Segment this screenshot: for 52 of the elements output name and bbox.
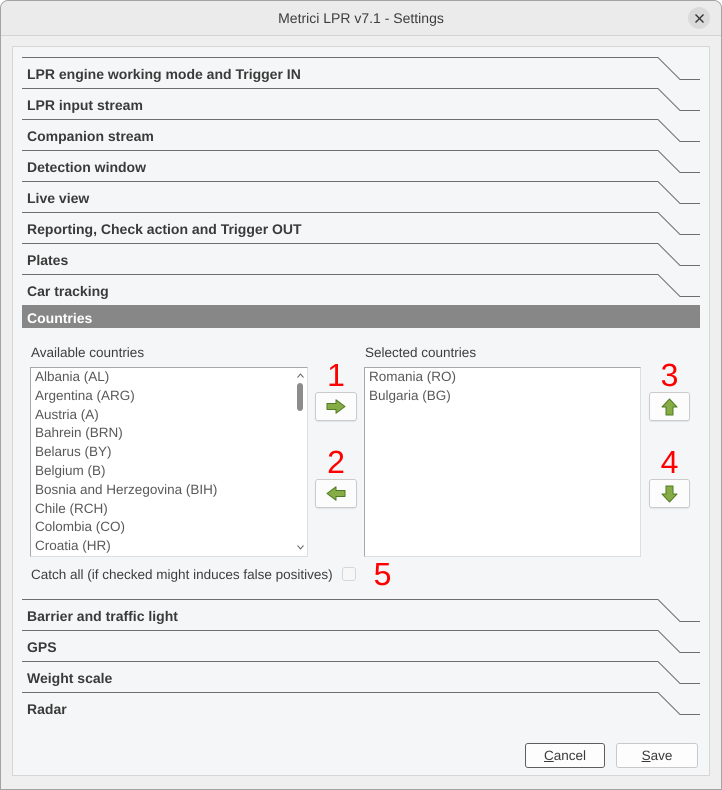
section-header[interactable]: Radar xyxy=(22,692,700,723)
list-item[interactable]: Colombia (CO) xyxy=(35,518,293,538)
list-item[interactable]: Austria (A) xyxy=(35,406,293,424)
checkbox-label: Catch all (if checked might induces false positives) xyxy=(31,566,333,582)
section-header[interactable]: LPR input stream xyxy=(22,88,700,119)
section-header[interactable]: Car tracking xyxy=(22,274,700,305)
move-left-button[interactable] xyxy=(315,479,357,508)
list-label: Selected countries xyxy=(365,344,478,361)
callout-number: 2 xyxy=(327,447,345,477)
callout-number: 4 xyxy=(660,447,678,477)
section-header[interactable]: Detection window xyxy=(22,150,700,181)
down-arrow-icon xyxy=(661,484,678,502)
close-button[interactable] xyxy=(688,7,710,29)
scrollbar-thumb[interactable] xyxy=(297,383,303,411)
list-item[interactable]: Albania (AL) xyxy=(35,368,293,387)
list-item[interactable]: Bosnia and Herzegovina (BIH) xyxy=(35,480,293,500)
listbox[interactable]: Albania (AL) Argentina (ARG) Austria (A) Bahrein (BRN) Belarus (BY) Belgium (B) Bosnia and Herzegovina (BIH) Chile (RCH) Colombia (CO) Croatia (HR) xyxy=(30,367,308,557)
section-header[interactable]: Countries xyxy=(22,305,700,328)
dialog-button[interactable]: Save xyxy=(616,743,698,768)
move-right-button[interactable] xyxy=(315,392,357,421)
callout-number: 3 xyxy=(660,360,678,390)
list-item[interactable]: Belgium (B) xyxy=(35,462,293,481)
section-header[interactable]: Barrier and traffic light xyxy=(22,599,700,630)
caret-up-icon[interactable] xyxy=(296,373,304,378)
section-header[interactable]: Weight scale xyxy=(22,661,700,692)
list-item[interactable]: Belarus (BY) xyxy=(35,443,293,462)
list-item[interactable]: Bahrein (BRN) xyxy=(35,424,293,444)
section-header[interactable]: Reporting, Check action and Trigger OUT xyxy=(22,212,700,243)
list-item[interactable]: Chile (RCH) xyxy=(35,500,293,518)
move-up-button[interactable] xyxy=(649,392,690,421)
callout-number: 1 xyxy=(327,360,345,390)
list-item[interactable]: Bulgaria (BG) xyxy=(369,386,640,406)
section-header[interactable]: GPS xyxy=(22,630,700,661)
dialog-button[interactable]: Cancel xyxy=(525,743,605,768)
up-arrow-icon xyxy=(661,398,678,416)
checkbox[interactable] xyxy=(342,567,356,581)
list-item[interactable]: Argentina (ARG) xyxy=(35,386,293,406)
section-header[interactable]: Live view xyxy=(22,181,700,212)
section-header[interactable]: Plates xyxy=(22,243,700,274)
caret-down-icon[interactable] xyxy=(296,545,304,550)
close-icon xyxy=(694,14,704,22)
left-arrow-icon xyxy=(326,486,346,501)
move-down-button[interactable] xyxy=(649,479,690,508)
list-label: Available countries xyxy=(31,344,146,361)
window-title: Metrici LPR v7.1 - Settings xyxy=(278,10,444,26)
list-item[interactable]: Romania (RO) xyxy=(369,368,640,387)
callout-number: 5 xyxy=(374,559,392,589)
right-arrow-icon xyxy=(326,399,346,414)
section-header[interactable]: Companion stream xyxy=(22,119,700,150)
list-item[interactable]: Croatia (HR) xyxy=(35,537,293,556)
listbox[interactable]: Romania (RO) Bulgaria (BG) xyxy=(364,367,641,557)
section-header[interactable]: LPR engine working mode and Trigger IN xyxy=(22,57,700,88)
